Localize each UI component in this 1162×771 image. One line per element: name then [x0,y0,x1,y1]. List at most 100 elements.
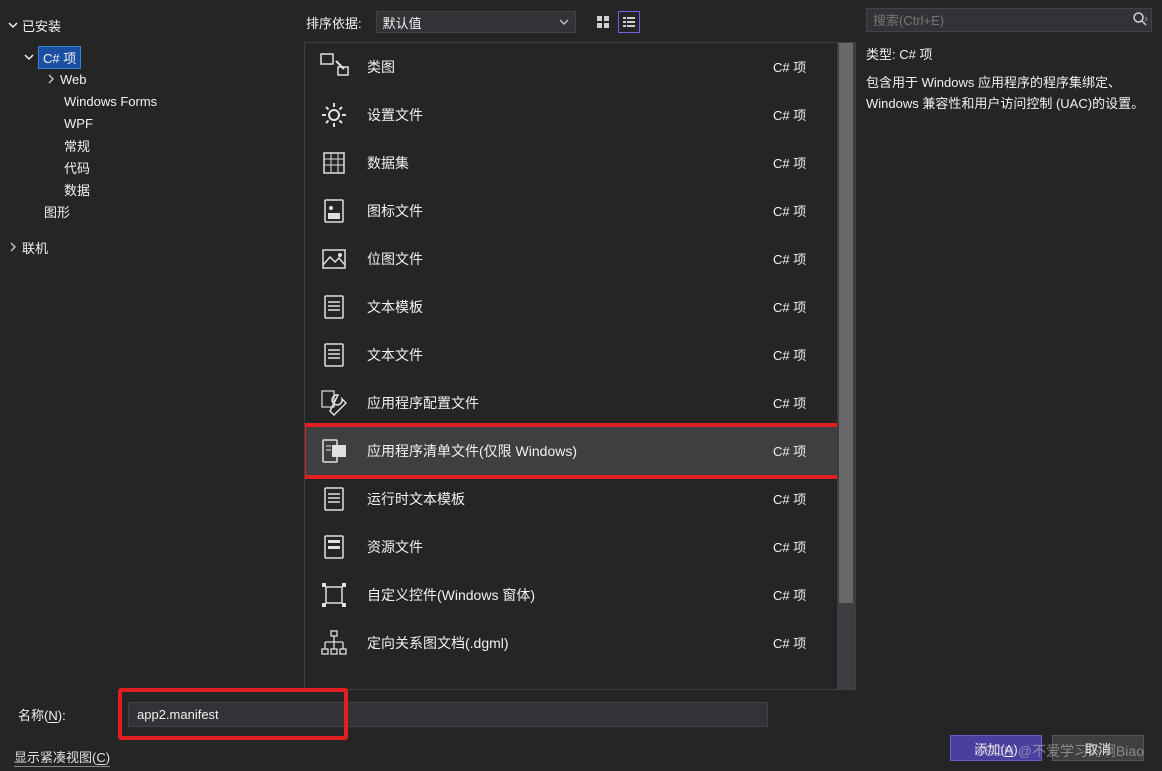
add-button[interactable]: 添加(A) [950,735,1042,761]
search-input[interactable] [866,8,1152,32]
chevron-down-icon [559,17,569,27]
sort-by-value: 默认值 [383,13,422,32]
tree-label: 联机 [22,238,48,257]
template-item[interactable]: 运行时文本模板 C# 项 [305,475,855,523]
compact-view-link[interactable]: 显示紧凑视图(C) [14,747,110,767]
chevron-right-icon [6,240,20,254]
tree-node-graphics[interactable]: 图形 [0,200,290,222]
control-icon [317,578,351,612]
tree-label: 图形 [44,202,70,221]
template-label: 文本文件 [367,345,757,365]
template-label: 图标文件 [367,201,757,221]
template-lang: C# 项 [773,633,843,652]
template-item[interactable]: 资源文件 C# 项 [305,523,855,571]
template-lang: C# 项 [773,105,843,124]
template-item[interactable]: 定向关系图文档(.dgml) C# 项 [305,619,855,667]
tree-node-general[interactable]: 常规 [0,134,290,156]
text-icon [317,290,351,324]
template-lang: C# 项 [773,201,843,220]
manifest-icon [317,434,351,468]
tree-node-online[interactable]: 联机 [0,236,290,258]
template-description: 包含用于 Windows 应用程序的程序集绑定、Windows 兼容性和用户访问… [866,73,1152,115]
template-lang: C# 项 [773,393,843,412]
resource-icon [317,530,351,564]
template-label: 位图文件 [367,249,757,269]
dataset-icon [317,146,351,180]
view-grid-button[interactable] [592,11,614,33]
template-item[interactable]: 应用程序配置文件 C# 项 [305,379,855,427]
template-lang: C# 项 [773,345,843,364]
class-diagram-icon [317,50,351,84]
template-lang: C# 项 [773,489,843,508]
tree-node-code[interactable]: 代码 [0,156,290,178]
tree-label: Windows Forms [64,94,157,109]
sort-by-select[interactable]: 默认值 [376,11,576,33]
tree-label: 数据 [64,180,90,199]
template-lang: C# 项 [773,249,843,268]
gear-icon [317,98,351,132]
template-lang: C# 项 [773,153,843,172]
vertical-scrollbar[interactable] [837,43,855,689]
name-label: 名称(N): [18,705,88,724]
template-label: 数据集 [367,153,757,173]
cancel-button[interactable]: 取消 [1052,735,1144,761]
template-label: 设置文件 [367,105,757,125]
tree-node-csharp[interactable]: C# 项 [0,46,290,68]
scrollbar-thumb[interactable] [839,43,853,603]
bottom-bar: 名称(N): 显示紧凑视图(C) 添加(A) 取消 CSDN @不爱学习的啊Bi… [0,692,1162,771]
graph-icon [317,626,351,660]
text-icon [317,482,351,516]
tree-label: 常规 [64,136,90,155]
template-item[interactable]: 应用程序清单文件(仅限 Windows)C# 项 [305,427,855,475]
template-lang: C# 项 [773,57,843,76]
template-label: 定向关系图文档(.dgml) [367,633,757,653]
category-tree: 已安装 C# 项 Web Windows Forms WPF [0,14,290,258]
template-pane: 排序依据: 默认值 [300,0,860,690]
template-lang: C# 项 [773,297,843,316]
template-label: 文本模板 [367,297,757,317]
tree-label: 代码 [64,158,90,177]
template-label: 资源文件 [367,537,757,557]
view-list-button[interactable] [618,11,640,33]
template-item[interactable]: 类图 C# 项 [305,43,855,91]
chevron-right-icon [44,72,58,86]
type-row: 类型: C# 项 [866,44,1152,63]
template-item[interactable]: 设置文件 C# 项 [305,91,855,139]
tree-node-winforms[interactable]: Windows Forms [0,90,290,112]
wrench-icon [317,386,351,420]
text-icon [317,338,351,372]
template-label: 自定义控件(Windows 窗体) [367,585,757,605]
name-input[interactable] [128,702,768,727]
chevron-down-icon [6,18,20,32]
template-item[interactable]: 文本文件 C# 项 [305,331,855,379]
tree-node-installed[interactable]: 已安装 [0,14,290,36]
icon-file-icon [317,194,351,228]
type-label: 类型: [866,47,896,62]
details-pane: 类型: C# 项 包含用于 Windows 应用程序的程序集绑定、Windows… [860,0,1162,690]
template-lang: C# 项 [773,441,843,460]
template-lang: C# 项 [773,585,843,604]
image-icon [317,242,351,276]
type-value: C# 项 [899,47,932,62]
tree-node-web[interactable]: Web [0,68,290,90]
template-item[interactable]: 自定义控件(Windows 窗体) C# 项 [305,571,855,619]
template-item[interactable]: 图标文件 C# 项 [305,187,855,235]
template-label: 类图 [367,57,757,77]
sort-by-label: 排序依据: [306,13,362,32]
template-list: 类图C# 项设置文件C# 项数据集C# 项图标文件C# 项位图文件C# 项文本模… [304,42,856,690]
tree-node-wpf[interactable]: WPF [0,112,290,134]
search-icon[interactable] [1132,11,1148,27]
tree-label: WPF [64,116,93,131]
template-lang: C# 项 [773,537,843,556]
category-sidebar: 已安装 C# 项 Web Windows Forms WPF [0,0,300,690]
tree-node-data[interactable]: 数据 [0,178,290,200]
tree-label: Web [60,72,87,87]
tree-label-selected: C# 项 [38,46,81,69]
template-item[interactable]: 数据集 C# 项 [305,139,855,187]
template-label: 应用程序配置文件 [367,393,757,413]
chevron-down-icon [22,50,36,64]
template-label: 运行时文本模板 [367,489,757,509]
tree-label: 已安装 [22,16,61,35]
template-item[interactable]: 文本模板 C# 项 [305,283,855,331]
template-item[interactable]: 位图文件 C# 项 [305,235,855,283]
